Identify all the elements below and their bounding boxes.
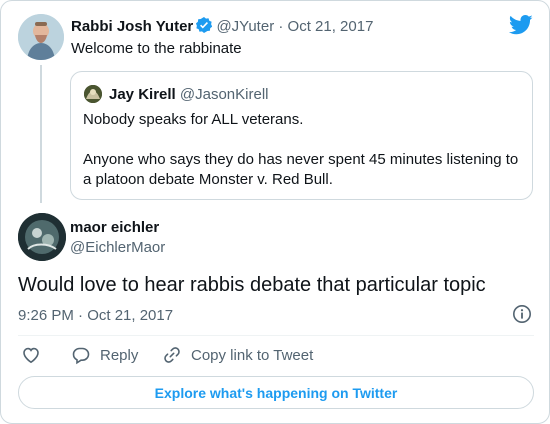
quoted-tweet-text: Nobody speaks for ALL veterans. Anyone w…	[83, 110, 528, 190]
like-button[interactable]	[21, 345, 41, 365]
tweet-actions: Reply Copy link to Tweet	[18, 345, 534, 367]
parent-author-handle[interactable]: @JYuter	[216, 18, 274, 35]
tweet-embed-card: Rabbi Josh Yuter @JYuter · Oct 21, 2017 …	[0, 0, 550, 424]
avatar-jay-kirell	[84, 85, 102, 103]
explore-twitter-button[interactable]: Explore what's happening on Twitter	[18, 376, 534, 409]
tweet-timestamp[interactable]: 9:26 PM · Oct 21, 2017	[18, 307, 173, 324]
reply-button[interactable]: Reply	[71, 345, 138, 365]
avatar-maor-eichler[interactable]	[18, 213, 66, 261]
main-author-handle[interactable]: @EichlerMaor	[70, 239, 165, 256]
quoted-author-name: Jay Kirell	[109, 86, 176, 103]
info-icon[interactable]	[512, 304, 532, 329]
quoted-text-line-1: Nobody speaks for ALL veterans.	[83, 111, 304, 128]
quoted-text-line-2: Anyone who says they do has never spent …	[83, 151, 519, 188]
verified-badge-icon	[196, 17, 213, 37]
parent-tweet-text: Welcome to the rabbinate	[71, 40, 242, 57]
twitter-bird-icon[interactable]	[508, 15, 533, 40]
action-divider	[18, 335, 534, 336]
parent-tweet-date[interactable]: · Oct 21, 2017	[278, 18, 373, 35]
reply-icon	[71, 345, 91, 365]
quoted-tweet[interactable]: Jay Kirell @JasonKirell Nobody speaks fo…	[70, 71, 533, 200]
copy-link-label: Copy link to Tweet	[191, 346, 314, 364]
avatar-josh-yuter[interactable]	[18, 14, 64, 60]
link-icon	[162, 345, 182, 365]
heart-icon	[21, 345, 41, 365]
main-author-name[interactable]: maor eichler	[70, 219, 159, 236]
parent-tweet-header: Rabbi Josh Yuter @JYuter · Oct 21, 2017	[71, 17, 373, 37]
main-tweet-text: Would love to hear rabbis debate that pa…	[18, 274, 486, 296]
parent-author-name[interactable]: Rabbi Josh Yuter	[71, 18, 193, 35]
reply-label: Reply	[100, 346, 139, 364]
quoted-author-handle: @JasonKirell	[179, 86, 269, 103]
quoted-tweet-header: Jay Kirell @JasonKirell	[109, 86, 268, 103]
thread-connector-line	[40, 65, 42, 203]
copy-link-button[interactable]: Copy link to Tweet	[162, 345, 313, 365]
